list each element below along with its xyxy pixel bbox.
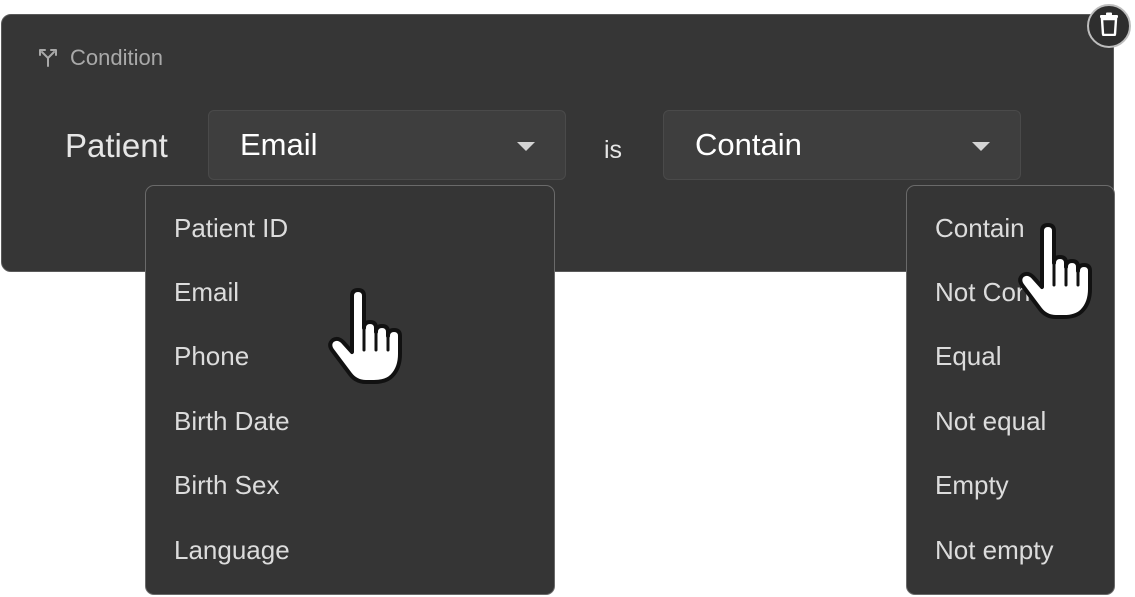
field-select[interactable]: Email xyxy=(208,110,566,180)
branch-icon xyxy=(38,48,58,68)
menu-item-birth-sex[interactable]: Birth Sex xyxy=(146,454,554,518)
operator-select-value: Contain xyxy=(695,127,802,162)
menu-item-language[interactable]: Language xyxy=(146,518,554,582)
card-title: Condition xyxy=(70,45,163,70)
menu-item-patient-id[interactable]: Patient ID xyxy=(146,196,554,260)
caret-down-icon xyxy=(972,142,990,151)
menu-item-contain[interactable]: Contain xyxy=(907,196,1114,260)
menu-item-email[interactable]: Email xyxy=(146,260,554,324)
trash-icon xyxy=(1098,12,1120,41)
subject-label: Patient xyxy=(65,127,168,164)
menu-item-not-contain[interactable]: Not Contain xyxy=(907,260,1114,324)
menu-item-phone[interactable]: Phone xyxy=(146,325,554,389)
operator-select[interactable]: Contain xyxy=(663,110,1021,180)
menu-item-equal[interactable]: Equal xyxy=(907,325,1114,389)
condition-builder: Condition Patient Email is Contain Patie… xyxy=(0,0,1135,597)
connector-label: is xyxy=(604,136,623,164)
operator-dropdown-menu: Contain Not Contain Equal Not equal Empt… xyxy=(906,185,1115,595)
menu-item-birth-date[interactable]: Birth Date xyxy=(146,389,554,453)
field-select-value: Email xyxy=(240,127,318,162)
delete-condition-button[interactable] xyxy=(1087,4,1131,48)
card-header: Condition xyxy=(38,45,163,71)
menu-item-not-equal[interactable]: Not equal xyxy=(907,389,1114,453)
menu-item-empty[interactable]: Empty xyxy=(907,454,1114,518)
menu-item-not-empty[interactable]: Not empty xyxy=(907,518,1114,582)
field-dropdown-menu: Patient ID Email Phone Birth Date Birth … xyxy=(145,185,555,595)
caret-down-icon xyxy=(517,142,535,151)
